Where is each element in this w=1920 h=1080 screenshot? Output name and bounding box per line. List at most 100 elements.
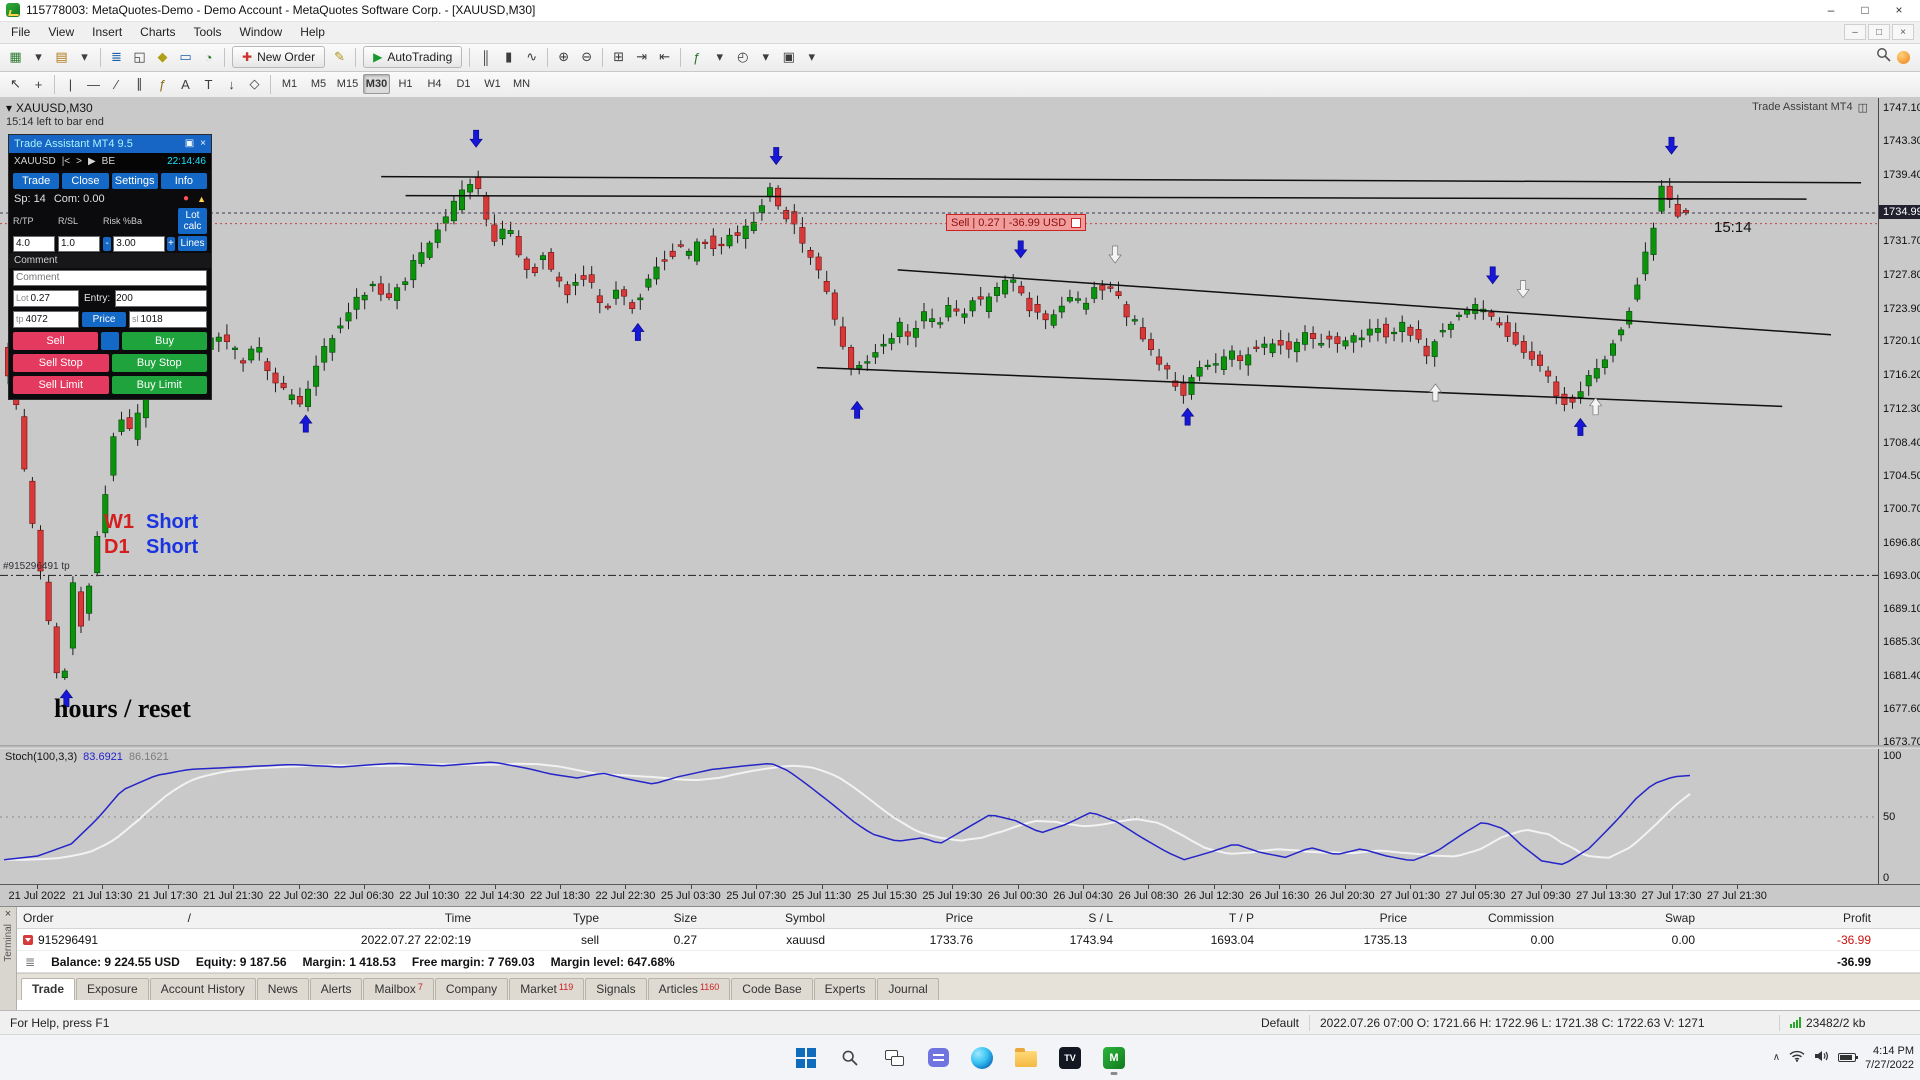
indicators-icon[interactable]: ƒ <box>685 46 708 68</box>
hidden-icons-chevron[interactable]: ∧ <box>1773 1052 1780 1063</box>
sl-input[interactable] <box>140 312 206 327</box>
chart-restore-button[interactable]: □ <box>1868 24 1890 41</box>
metatrader-taskbar-button[interactable]: M <box>1096 1040 1132 1076</box>
notification-icon[interactable] <box>1897 50 1910 64</box>
column-header-price[interactable]: Price <box>831 911 979 925</box>
arrows-tool-icon[interactable]: ↓ <box>220 73 243 95</box>
autotrading-button[interactable]: ▶ AutoTrading <box>363 46 463 69</box>
symbol-collapse-icon[interactable]: ▾ <box>6 101 12 115</box>
chat-button[interactable] <box>920 1040 956 1076</box>
fibonacci-icon[interactable]: ƒ <box>151 73 174 95</box>
time-axis[interactable]: 21 Jul 2022 21 Jul 13:30 21 Jul 17:30 21 Ju… <box>0 884 1920 907</box>
symbol-next-button[interactable]: > <box>76 156 82 167</box>
price-button[interactable]: Price <box>82 311 126 327</box>
column-header-swap[interactable]: Swap <box>1560 911 1701 925</box>
chart-close-button[interactable]: × <box>1892 24 1914 41</box>
timeframe-h1[interactable]: H1 <box>392 74 419 94</box>
shapes-icon[interactable]: ◇ <box>243 73 266 95</box>
column-header-t-p[interactable]: T / P <box>1119 911 1260 925</box>
column-header-order[interactable]: Order / <box>17 911 197 925</box>
tile-windows-icon[interactable]: ⊞ <box>607 46 630 68</box>
menu-file[interactable]: File <box>2 23 39 41</box>
risk-minus-button[interactable]: - <box>103 236 112 251</box>
new-order-button[interactable]: ✚ New Order <box>232 46 326 69</box>
column-header-price[interactable]: Price <box>1260 911 1413 925</box>
templates-icon[interactable]: ▣ <box>777 46 800 68</box>
profile-selector[interactable]: Default <box>1251 1014 1310 1031</box>
data-window-icon[interactable]: ◱ <box>128 46 151 68</box>
terminal-tab-code-base[interactable]: Code Base <box>731 978 813 1001</box>
menu-view[interactable]: View <box>39 23 83 41</box>
symbol-first-button[interactable]: |< <box>62 156 70 167</box>
menu-window[interactable]: Window <box>231 23 292 41</box>
panel-close-icon[interactable]: × <box>200 138 206 149</box>
terminal-tab-trade[interactable]: Trade <box>21 978 76 1001</box>
timeframe-m1[interactable]: M1 <box>276 74 303 94</box>
restore-button[interactable]: □ <box>1848 0 1882 20</box>
minimize-button[interactable]: – <box>1814 0 1848 20</box>
navigator-icon[interactable]: ◆ <box>151 46 174 68</box>
column-header-symbol[interactable]: Symbol <box>703 911 831 925</box>
menu-help[interactable]: Help <box>291 23 334 41</box>
terminal-tab-journal[interactable]: Journal <box>877 978 939 1001</box>
visibility-icon[interactable]: ● <box>183 193 189 204</box>
auto-scroll-icon[interactable]: ⇥ <box>630 46 653 68</box>
tradingview-button[interactable]: TV <box>1052 1040 1088 1076</box>
breakeven-button[interactable]: BE <box>102 156 115 167</box>
chart-shift-icon[interactable]: ⇤ <box>653 46 676 68</box>
volume-icon[interactable] <box>1814 1049 1829 1067</box>
sell-stop-button[interactable]: Sell Stop <box>13 353 109 372</box>
new-chart-icon[interactable]: ▦ <box>4 46 27 68</box>
terminal-tab-news[interactable]: News <box>256 978 309 1001</box>
chart-area[interactable]: ▾ XAUUSD,M30 15:14 left to bar end Trade… <box>0 97 1920 745</box>
sell-limit-button[interactable]: Sell Limit <box>13 375 109 394</box>
risk-input[interactable] <box>113 235 165 252</box>
horizontal-line-icon[interactable]: — <box>82 73 105 95</box>
terminal-tab-alerts[interactable]: Alerts <box>309 978 363 1001</box>
column-header-commission[interactable]: Commission <box>1413 911 1560 925</box>
menu-insert[interactable]: Insert <box>83 23 131 41</box>
assistant-tab-info[interactable]: Info <box>160 172 207 189</box>
zoom-out-icon[interactable]: ⊖ <box>575 46 598 68</box>
profiles-dropdown-icon[interactable]: ▾ <box>73 46 96 68</box>
battery-icon[interactable] <box>1838 1053 1859 1063</box>
line-chart-icon[interactable]: ∿ <box>520 46 543 68</box>
clock-widget[interactable]: 4:14 PM 7/27/2022 <box>1865 1044 1914 1072</box>
text-icon[interactable]: A <box>174 73 197 95</box>
file-explorer-button[interactable] <box>1008 1040 1044 1076</box>
terminal-tab-experts[interactable]: Experts <box>813 978 877 1001</box>
timeframe-h4[interactable]: H4 <box>421 74 448 94</box>
assistant-tab-settings[interactable]: Settings <box>111 172 158 189</box>
chart-canvas[interactable] <box>0 98 1878 745</box>
lot-input[interactable] <box>30 291 78 306</box>
market-watch-icon[interactable]: ≣ <box>105 46 128 68</box>
terminal-tab-articles[interactable]: Articles 1160 <box>647 978 731 1001</box>
terminal-tab-mailbox[interactable]: Mailbox 7 <box>363 978 434 1001</box>
buy-stop-button[interactable]: Buy Stop <box>111 353 207 372</box>
open-position-flag[interactable]: Sell | 0.27 | -36.99 USD <box>946 214 1087 232</box>
terminal-tab-company[interactable]: Company <box>434 978 509 1001</box>
equidistant-channel-icon[interactable]: ∥ <box>128 73 151 95</box>
buy-limit-button[interactable]: Buy Limit <box>111 375 207 394</box>
crosshair-icon[interactable]: + <box>27 73 50 95</box>
lot-calc-button[interactable]: Lot calc <box>178 207 207 234</box>
menu-charts[interactable]: Charts <box>131 23 184 41</box>
vertical-line-icon[interactable]: | <box>59 73 82 95</box>
chart-minimize-button[interactable]: – <box>1844 24 1866 41</box>
periods-icon[interactable]: ◴ <box>731 46 754 68</box>
terminal-panel-icon[interactable]: ▭ <box>174 46 197 68</box>
bar-chart-icon[interactable]: ║ <box>474 46 497 68</box>
timeframe-mn[interactable]: MN <box>508 74 535 94</box>
trendline-icon[interactable]: ∕ <box>105 73 128 95</box>
risk-plus-button[interactable]: + <box>166 236 175 251</box>
screenshot-icon[interactable]: ▣ <box>185 138 194 149</box>
search-icon[interactable] <box>1876 47 1891 67</box>
indicators-dropdown-icon[interactable]: ▾ <box>708 46 731 68</box>
zoom-in-icon[interactable]: ⊕ <box>552 46 575 68</box>
swap-side-button[interactable] <box>101 331 119 350</box>
cursor-icon[interactable]: ↖ <box>4 73 27 95</box>
price-axis[interactable]: 1734.99 1747.10 1743.30 1739.40 1731.70 1727… <box>1878 97 1920 745</box>
wifi-icon[interactable] <box>1789 1049 1805 1067</box>
trade-assistant-titlebar[interactable]: Trade Assistant MT4 9.5 ▣ × <box>9 134 211 153</box>
candlestick-icon[interactable]: ▮ <box>497 46 520 68</box>
